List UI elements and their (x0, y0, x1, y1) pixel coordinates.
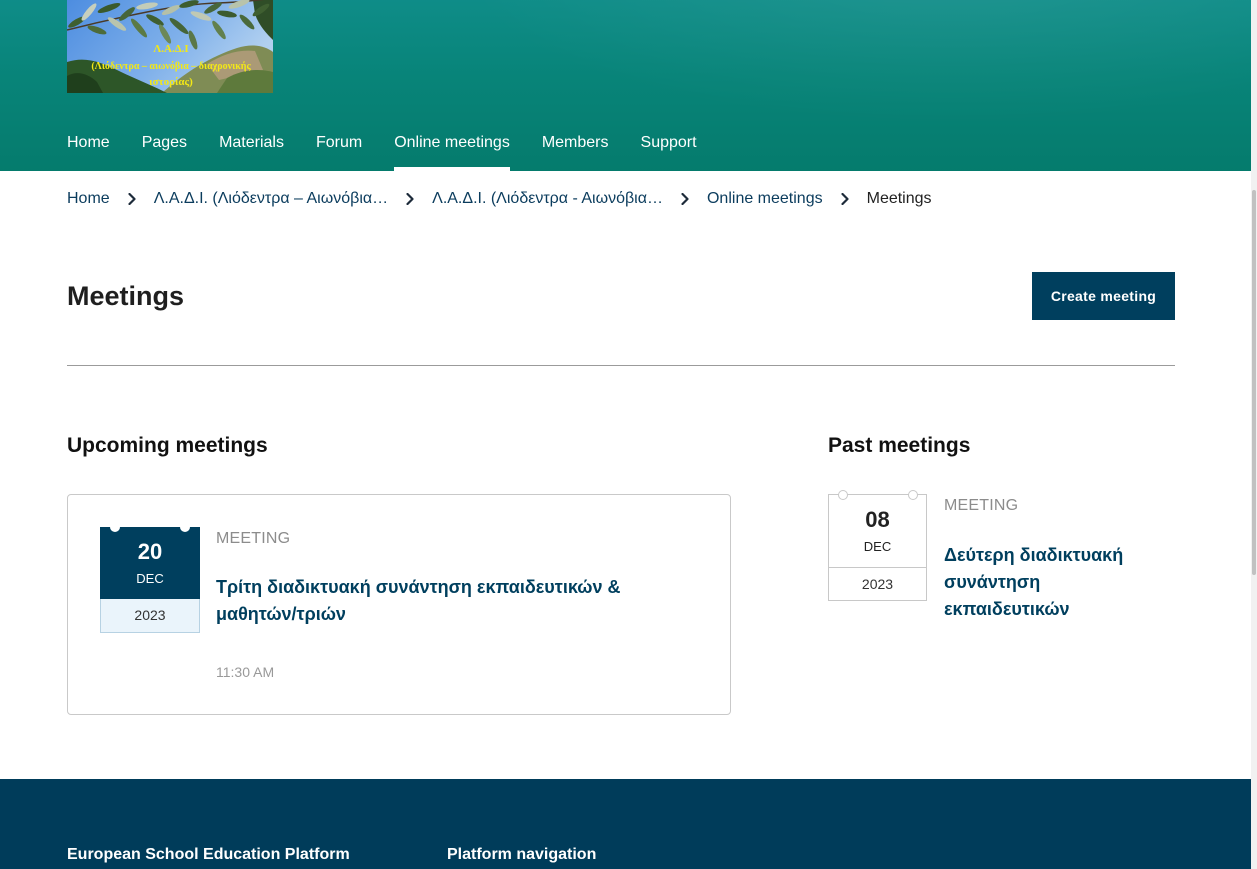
footer-platform-heading: European School Education Platform (67, 846, 350, 863)
meeting-time: 11:30 AM (216, 664, 275, 680)
date-year: 2023 (861, 576, 894, 592)
breadcrumb-link-online-meetings[interactable]: Online meetings (707, 189, 823, 209)
nav-item-home[interactable]: Home (67, 133, 110, 171)
meeting-title-link[interactable]: Τρίτη διαδικτυακή συνάντηση εκπαιδευτικώ… (216, 574, 656, 628)
meeting-details: MEETING Δεύτερη διαδικτυακή συνάντηση εκ… (944, 494, 1175, 634)
upcoming-meeting-card: 20 DEC 2023 MEETING Τρίτη διαδικτυακή συ… (67, 494, 731, 715)
calendar-ring-icon (110, 522, 120, 532)
calendar-ring-icon (908, 490, 918, 500)
breadcrumb-link-group[interactable]: Λ.Α.Δ.Ι. (Λιόδεντρα – Αιωνόβια… (154, 189, 388, 209)
breadcrumb: Home Λ.Α.Δ.Ι. (Λιόδεντρα – Αιωνόβια… Λ.Α… (67, 189, 932, 209)
nav-item-forum[interactable]: Forum (316, 133, 362, 171)
meeting-type-label: MEETING (944, 497, 1019, 514)
upcoming-meetings-heading: Upcoming meetings (67, 434, 268, 457)
group-logo[interactable]: Λ.Α.Δ.Ι (Λιόδεντρα – αιωνόβια – διαχρονι… (67, 0, 273, 93)
logo-text-title: Λ.Α.Δ.Ι (153, 43, 188, 55)
breadcrumb-link-group-space[interactable]: Λ.Α.Δ.Ι. (Λιόδεντρα - Αιωνόβια… (432, 189, 663, 209)
meeting-title-link[interactable]: Δεύτερη διαδικτυακή συνάντηση εκπαιδευτι… (944, 542, 1144, 623)
past-meetings-heading: Past meetings (828, 434, 971, 457)
meeting-type-label: MEETING (216, 530, 291, 547)
nav-item-support[interactable]: Support (641, 133, 697, 171)
nav-item-members[interactable]: Members (542, 133, 609, 171)
scrollbar-thumb[interactable] (1252, 190, 1256, 575)
calendar-ring-icon (838, 490, 848, 500)
main-navigation: Home Pages Materials Forum Online meetin… (67, 133, 697, 171)
past-meeting-item: 08 DEC 2023 MEETING Δεύτερη διαδικτυακή … (828, 490, 1175, 634)
calendar-date-badge: 08 DEC 2023 (828, 490, 927, 601)
breadcrumb-link-home[interactable]: Home (67, 189, 110, 209)
chevron-right-icon (841, 193, 849, 205)
nav-item-online-meetings[interactable]: Online meetings (394, 133, 510, 171)
date-day: 20 (137, 539, 163, 564)
section-divider (67, 365, 1175, 366)
date-month: DEC (136, 571, 164, 586)
date-badge-divider (829, 567, 926, 568)
page-title: Meetings (67, 281, 185, 311)
breadcrumb-current-page: Meetings (866, 190, 932, 207)
chevron-right-icon (128, 193, 136, 205)
calendar-date-badge: 20 DEC 2023 (100, 522, 200, 633)
footer-navigation-heading: Platform navigation (447, 846, 597, 863)
create-meeting-button[interactable]: Create meeting (1032, 272, 1175, 320)
chevron-right-icon (406, 193, 414, 205)
site-header: Λ.Α.Δ.Ι (Λιόδεντρα – αιωνόβια – διαχρονι… (0, 0, 1251, 171)
date-day: 08 (865, 507, 890, 532)
vertical-scrollbar[interactable] (1251, 0, 1257, 869)
date-year: 2023 (134, 607, 166, 623)
logo-text-subtitle-end: ιστορίας) (149, 76, 193, 88)
nav-item-materials[interactable]: Materials (219, 133, 284, 171)
chevron-right-icon (681, 193, 689, 205)
date-month: DEC (863, 539, 892, 554)
date-badge-footer: 2023 (100, 599, 200, 633)
site-footer: European School Education Platform Platf… (0, 779, 1251, 869)
nav-item-pages[interactable]: Pages (142, 133, 187, 171)
logo-image: Λ.Α.Δ.Ι (Λιόδεντρα – αιωνόβια – διαχρονι… (67, 0, 273, 93)
date-badge-header: 20 DEC (100, 527, 200, 599)
logo-text-subtitle: (Λιόδεντρα – αιωνόβια – διαχρονικής (91, 60, 251, 72)
calendar-ring-icon (180, 522, 190, 532)
meeting-details: MEETING Τρίτη διαδικτυακή συνάντηση εκπα… (216, 495, 696, 714)
